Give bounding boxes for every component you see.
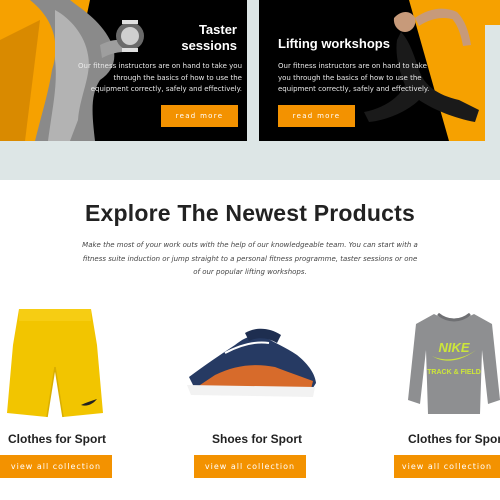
nike-sweatshirt-image[interactable]: NIKE TRACK & FIELD	[408, 310, 500, 418]
sneaker-image[interactable]	[185, 325, 320, 405]
read-more-button[interactable]: read more	[278, 105, 355, 127]
sweatshirt-print-brand: NIKE	[438, 340, 469, 355]
orange-accent-shape	[485, 0, 500, 25]
view-collection-button[interactable]: view all collection	[194, 455, 306, 478]
promo-card-taster: Taster sessions Our fitness instructors …	[0, 0, 247, 141]
view-collection-button[interactable]: view all collection	[394, 455, 500, 478]
promo-title: Taster sessions	[181, 22, 237, 53]
promo-title: Lifting workshops	[278, 36, 390, 51]
section-description: Make the most of your work outs with the…	[82, 241, 418, 276]
sweatshirt-print-line: TRACK & FIELD	[427, 369, 481, 376]
yellow-shorts-image[interactable]	[5, 305, 105, 420]
promo-text: Our fitness instructors are on hand to t…	[78, 62, 242, 93]
product-name: Clothes for Sport	[8, 432, 106, 446]
product-name: Clothes for Sport	[408, 432, 500, 446]
section-title: Explore The Newest Products	[84, 200, 416, 226]
promo-card-lifting: Lifting workshops Our fitness instructor…	[259, 0, 485, 141]
product-name: Shoes for Sport	[212, 432, 303, 446]
read-more-button[interactable]: read more	[161, 105, 238, 127]
view-collection-button[interactable]: view all collection	[0, 455, 112, 478]
promo-text: Our fitness instructors are on hand to t…	[278, 62, 430, 93]
